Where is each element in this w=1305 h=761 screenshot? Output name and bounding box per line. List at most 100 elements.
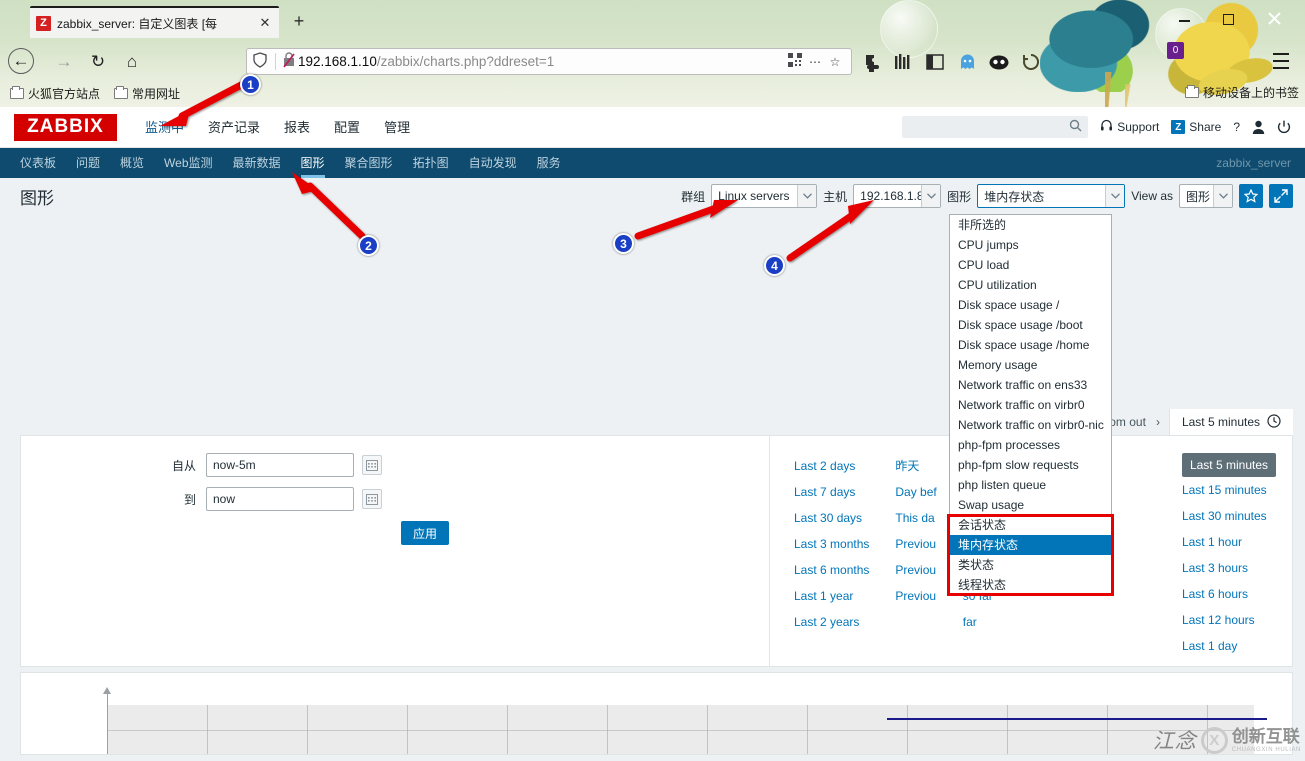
bookmark-mobile-folder[interactable]: 移动设备上的书签: [1185, 84, 1299, 101]
dropdown-option-9[interactable]: Network traffic on virbr0: [950, 395, 1111, 415]
dropdown-option-16[interactable]: 堆内存状态: [950, 535, 1111, 555]
subnav-item-overview[interactable]: 概览: [110, 148, 154, 178]
subnav-item-latest-data[interactable]: 最新数据: [223, 148, 291, 178]
tab-close-icon[interactable]: ✕: [257, 15, 273, 31]
dropdown-option-14[interactable]: Swap usage: [950, 495, 1111, 515]
quick-range-last-6-hours[interactable]: Last 6 hours: [1182, 581, 1276, 607]
to-calendar-icon[interactable]: [362, 489, 382, 509]
quick-range-last-3-months[interactable]: Last 3 months: [794, 531, 869, 557]
subnav-item-graphs[interactable]: 图形: [291, 148, 335, 178]
window-maximize-button[interactable]: [1217, 11, 1239, 29]
new-tab-button[interactable]: +: [288, 11, 310, 33]
quick-range-last-5-minutes[interactable]: Last 5 minutes: [1182, 453, 1276, 477]
subnav-item-services[interactable]: 服务: [527, 148, 571, 178]
dropdown-option-0[interactable]: 非所选的: [950, 215, 1111, 235]
main-menu-item-configuration[interactable]: 配置: [322, 107, 372, 148]
quick-range-previous-week[interactable]: Previou: [895, 531, 936, 557]
dropdown-option-3[interactable]: CPU utilization: [950, 275, 1111, 295]
quick-range-last-2-days[interactable]: Last 2 days: [794, 453, 869, 479]
subnav-item-discovery[interactable]: 自动发现: [459, 148, 527, 178]
ghost-extension-icon[interactable]: [953, 48, 981, 76]
graph-image[interactable]: [21, 673, 1292, 754]
support-link[interactable]: Support: [1100, 119, 1159, 135]
dropdown-option-5[interactable]: Disk space usage /boot: [950, 315, 1111, 335]
user-profile-icon[interactable]: [1252, 120, 1265, 134]
to-input[interactable]: [206, 487, 354, 511]
dropdown-option-2[interactable]: CPU load: [950, 255, 1111, 275]
dropdown-option-1[interactable]: CPU jumps: [950, 235, 1111, 255]
apply-button[interactable]: 应用: [401, 521, 449, 545]
browser-menu-button[interactable]: [1268, 48, 1294, 76]
page-actions-icon[interactable]: ⋯: [805, 55, 825, 69]
qr-code-icon[interactable]: [785, 53, 805, 70]
quick-range-last-1-day[interactable]: Last 1 day: [1182, 633, 1276, 659]
share-link[interactable]: Z Share: [1171, 120, 1221, 134]
quick-range-this-day-last-week[interactable]: This da: [895, 505, 936, 531]
help-link[interactable]: ?: [1233, 120, 1240, 134]
history-extension-icon[interactable]: [1017, 48, 1045, 76]
sign-out-icon[interactable]: [1277, 120, 1291, 134]
quick-range-last-2-years[interactable]: Last 2 years: [794, 609, 869, 635]
reload-icon[interactable]: ↻: [84, 48, 112, 76]
quick-range-last-7-days[interactable]: Last 7 days: [794, 479, 869, 505]
quick-range-yesterday[interactable]: 昨天: [895, 453, 936, 479]
bookmark-item-0[interactable]: 火狐官方站点: [10, 85, 100, 102]
home-icon[interactable]: ⌂: [118, 48, 146, 76]
quick-range-last-30-days[interactable]: Last 30 days: [794, 505, 869, 531]
quick-range-day-before-yesterday[interactable]: Day bef: [895, 479, 936, 505]
library-icon[interactable]: [889, 48, 917, 76]
bookmark-item-1[interactable]: 常用网址: [114, 85, 180, 102]
dropdown-option-6[interactable]: Disk space usage /home: [950, 335, 1111, 355]
favorite-star-button[interactable]: [1239, 184, 1263, 208]
zabbix-logo[interactable]: ZABBIX: [14, 114, 117, 141]
main-menu-item-reports[interactable]: 报表: [272, 107, 322, 148]
dropdown-option-17[interactable]: 类状态: [950, 555, 1111, 575]
shield-icon[interactable]: [253, 52, 269, 71]
subnav-item-dashboard[interactable]: 仪表板: [10, 148, 66, 178]
subnav-item-web[interactable]: Web监测: [154, 148, 222, 178]
dropdown-option-10[interactable]: Network traffic on virbr0-nic: [950, 415, 1111, 435]
search-icon[interactable]: [1069, 119, 1082, 135]
quick-range-fragment-3[interactable]: far: [963, 609, 993, 635]
quick-range-last-30-minutes[interactable]: Last 30 minutes: [1182, 503, 1276, 529]
from-input[interactable]: [206, 453, 354, 477]
main-menu-item-monitoring[interactable]: 监测中: [133, 107, 196, 148]
global-search[interactable]: [902, 116, 1088, 138]
host-select[interactable]: 192.168.1.8: [853, 184, 941, 208]
subnav-item-screens[interactable]: 聚合图形: [335, 148, 403, 178]
forward-icon[interactable]: →: [50, 48, 78, 76]
dropdown-option-18[interactable]: 线程状态: [950, 575, 1111, 595]
quick-range-last-15-minutes[interactable]: Last 15 minutes: [1182, 477, 1276, 503]
sidebar-icon[interactable]: [921, 48, 949, 76]
fullscreen-button[interactable]: [1269, 184, 1293, 208]
bookmark-star-icon[interactable]: ☆: [825, 55, 845, 69]
main-menu-item-inventory[interactable]: 资产记录: [196, 107, 272, 148]
dropdown-option-7[interactable]: Memory usage: [950, 355, 1111, 375]
current-time-range-tab[interactable]: Last 5 minutes: [1170, 409, 1293, 435]
window-minimize-button[interactable]: [1173, 11, 1195, 29]
back-icon[interactable]: ←: [8, 48, 34, 74]
dropdown-option-8[interactable]: Network traffic on ens33: [950, 375, 1111, 395]
from-calendar-icon[interactable]: [362, 455, 382, 475]
main-menu-item-administration[interactable]: 管理: [372, 107, 422, 148]
search-input[interactable]: [908, 119, 1069, 135]
dropdown-option-11[interactable]: php-fpm processes: [950, 435, 1111, 455]
dropdown-option-13[interactable]: php listen queue: [950, 475, 1111, 495]
dropdown-option-12[interactable]: php-fpm slow requests: [950, 455, 1111, 475]
view-as-select[interactable]: 图形: [1179, 184, 1233, 208]
insecure-lock-icon[interactable]: [282, 52, 298, 71]
quick-range-last-1-year[interactable]: Last 1 year: [794, 583, 869, 609]
browser-tab[interactable]: Z zabbix_server: 自定义图表 [每 ✕: [30, 6, 279, 38]
chevron-right-icon[interactable]: ›: [1156, 415, 1160, 429]
eyes-extension-icon[interactable]: [985, 48, 1013, 76]
quick-range-last-1-hour[interactable]: Last 1 hour: [1182, 529, 1276, 555]
subnav-item-problems[interactable]: 问题: [66, 148, 110, 178]
graph-select[interactable]: 堆内存状态: [977, 184, 1125, 208]
quick-range-previous-year[interactable]: Previou: [895, 583, 936, 609]
group-select[interactable]: Linux servers: [711, 184, 817, 208]
puzzle-extension-icon[interactable]: [857, 48, 885, 76]
quick-range-last-6-months[interactable]: Last 6 months: [794, 557, 869, 583]
graph-select-dropdown[interactable]: 非所选的 CPU jumps CPU load CPU utilization …: [949, 214, 1112, 596]
quick-range-last-3-hours[interactable]: Last 3 hours: [1182, 555, 1276, 581]
subnav-item-maps[interactable]: 拓扑图: [403, 148, 459, 178]
